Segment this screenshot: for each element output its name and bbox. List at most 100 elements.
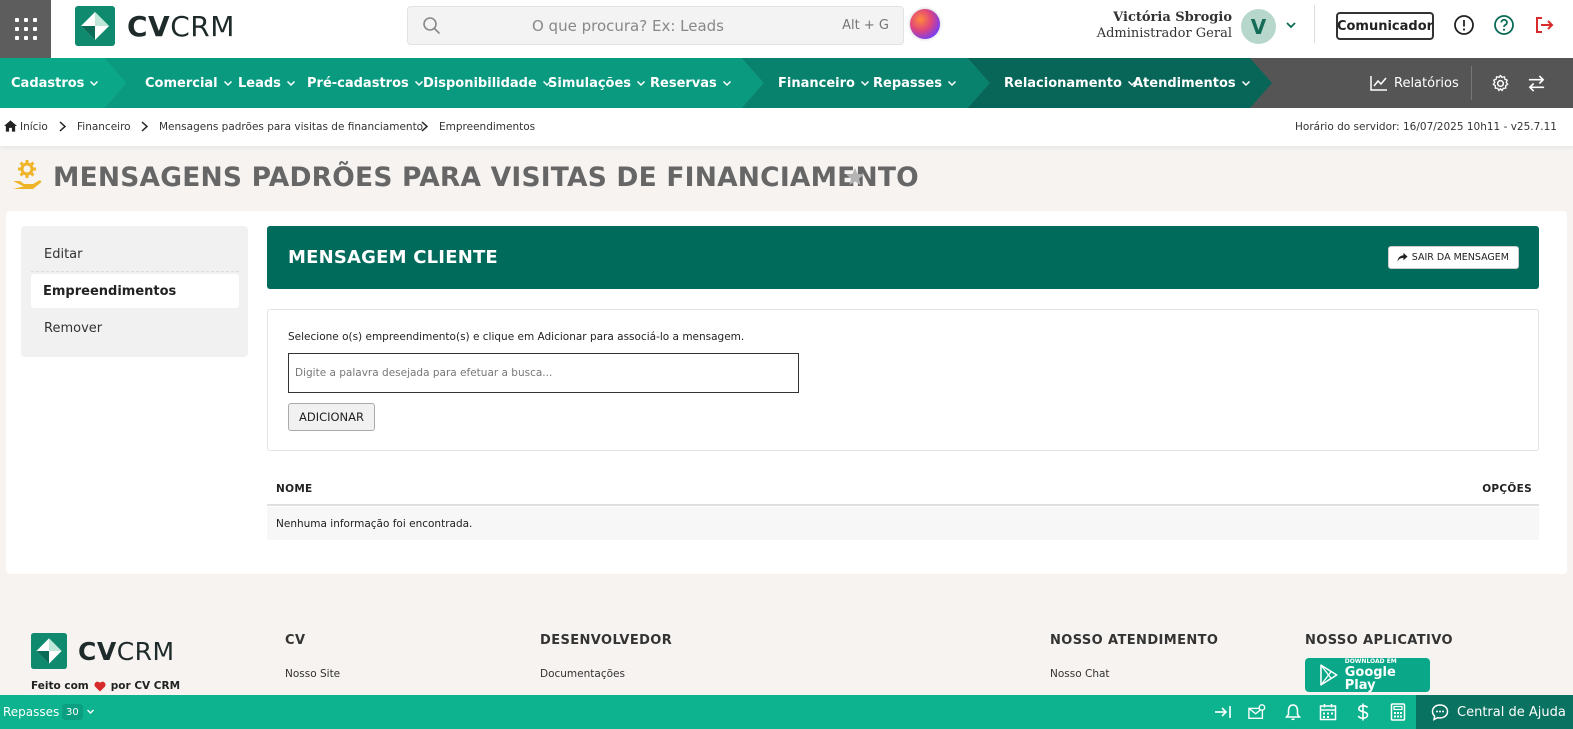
chevron-down-icon[interactable] [1284,18,1298,32]
heart-icon [94,681,106,691]
help-icon[interactable] [1493,14,1515,36]
chevron-down-icon [1241,80,1250,87]
cvcrm-logo-icon [31,633,67,669]
gplay-big-text: Google Play [1344,664,1396,693]
cog-hand-icon [13,160,42,189]
chart-line-icon [1370,76,1387,91]
chevron-down-icon [947,80,956,87]
chevron-down-icon [286,80,295,87]
footer-link-documentacoes[interactable]: Documentações [540,668,625,680]
chevron-down-icon [223,80,232,87]
footer-logo[interactable]: CVCRM [31,633,175,669]
breadcrumb-financeiro[interactable]: Financeiro [77,121,131,133]
header-divider [1314,5,1315,43]
apps-menu-button[interactable] [0,0,51,58]
grid-icon [14,18,37,40]
nav-item-cadastros[interactable]: Cadastros [11,58,99,108]
play-store-icon [1320,664,1338,686]
table-header: NOME OPÇÕES [267,472,1539,506]
form-hint: Selecione o(s) empreendimento(s) e cliqu… [288,331,745,343]
nav-item-repasses[interactable]: Repasses [873,58,957,108]
google-play-badge[interactable]: DOWNLOAD EM Google Play [1305,658,1430,692]
calendar-icon[interactable] [1319,703,1337,721]
brand-logo[interactable]: CVCRM [75,6,235,46]
page-title: MENSAGENS PADRÕES PARA VISITAS DE FINANC… [53,162,919,193]
nav-item-reservas[interactable]: Reservas [650,58,732,108]
message-title: MENSAGEM CLIENTE [288,247,498,268]
bell-icon[interactable] [1284,703,1302,721]
dollar-icon[interactable] [1354,703,1372,721]
empreendimento-search-input[interactable] [288,353,799,393]
repasses-count-badge[interactable]: 30 [62,704,83,720]
favorite-star-icon[interactable] [845,167,865,187]
chevron-down-icon [722,80,731,87]
help-center-button[interactable]: Central de Ajuda [1416,695,1573,729]
help-center-label: Central de Ajuda [1457,704,1566,720]
user-info[interactable]: Victória Sbrogio Administrador Geral [1097,10,1232,41]
table-row: Nenhuma informação foi encontrada. [267,507,1539,540]
search-shortcut-hint: Alt + G [842,18,889,33]
calculator-icon[interactable] [1389,703,1407,721]
nav-item-comercial[interactable]: Comercial [145,58,233,108]
breadcrumb-home[interactable]: Início [20,121,48,133]
home-icon[interactable] [4,120,17,132]
footer-title-atendimento: NOSSO ATENDIMENTO [1050,633,1219,648]
footer-title-desenvolvedor: DESENVOLVEDOR [540,633,673,648]
search-icon [423,17,440,34]
footer-link-nosso-chat[interactable]: Nosso Chat [1050,668,1110,680]
chevron-down-icon[interactable] [86,707,95,716]
nav-divider [1471,66,1472,100]
nav-item-financeiro[interactable]: Financeiro [778,58,870,108]
chevron-right-icon [141,121,149,132]
side-menu-empreendimentos[interactable]: Empreendimentos [31,274,239,308]
associate-form: Selecione o(s) empreendimento(s) e cliqu… [267,309,1539,451]
gplay-small-text: DOWNLOAD EM [1344,657,1397,665]
column-header-opcoes: OPÇÕES [1482,483,1532,495]
bottom-status-bar: Repasses 30 Central de Ajuda [0,695,1573,729]
nav-item-pre-cadastros[interactable]: Pré-cadastros [307,58,424,108]
nav-item-leads[interactable]: Leads [238,58,296,108]
breadcrumb-mensagens[interactable]: Mensagens padrões para visitas de financ… [159,121,423,133]
chat-bubble-icon [1431,704,1449,721]
comunicador-button[interactable]: Comunicador [1336,12,1434,40]
chevron-right-icon [59,121,67,132]
global-search[interactable]: Alt + G [407,6,904,45]
avatar[interactable]: V [1241,9,1276,44]
chevron-down-icon [90,80,99,87]
nav-item-atendimentos[interactable]: Atendimentos [1133,58,1251,108]
add-button[interactable]: ADICIONAR [288,403,375,431]
info-icon[interactable] [1453,14,1475,36]
exit-message-button[interactable]: SAIR DA MENSAGEM [1387,246,1519,269]
ai-assistant-orb-icon[interactable] [910,9,940,39]
empty-message: Nenhuma informação foi encontrada. [276,518,473,530]
breadcrumb: Início Financeiro Mensagens padrões para… [0,108,1573,146]
column-header-nome[interactable]: NOME [276,483,313,495]
footer-title-aplicativo: NOSSO APLICATIVO [1305,633,1453,648]
user-name: Victória Sbrogio [1113,10,1232,25]
mail-notification-icon[interactable] [1248,703,1266,721]
search-input[interactable] [448,7,808,44]
user-role: Administrador Geral [1096,26,1232,41]
brand-wordmark: CVCRM [78,636,175,666]
nav-item-relatorios[interactable]: Relatórios [1370,58,1459,108]
server-time: Horário do servidor: 16/07/2025 10h11 - … [1295,121,1557,133]
logout-icon[interactable] [1533,14,1555,36]
swap-icon[interactable] [1527,74,1546,93]
cvcrm-logo-icon [75,6,115,46]
brand-wordmark: CVCRM [127,9,235,43]
gear-icon[interactable] [1491,74,1510,93]
footer-title-cv: CV [285,633,306,648]
collapse-right-icon[interactable] [1214,703,1232,721]
repasses-label[interactable]: Repasses [3,705,59,719]
nav-item-relacionamento[interactable]: Relacionamento [1004,58,1137,108]
nav-item-disponibilidade[interactable]: Disponibilidade [423,58,552,108]
chevron-right-icon [421,121,429,132]
nav-item-simulacoes[interactable]: Simulações [548,58,646,108]
side-menu-editar[interactable]: Editar [31,237,239,271]
footer-link-nosso-site[interactable]: Nosso Site [285,668,340,680]
side-menu: Editar Empreendimentos Remover [21,226,248,357]
message-header: MENSAGEM CLIENTE SAIR DA MENSAGEM [267,226,1539,289]
chevron-down-icon [637,80,646,87]
side-menu-remover[interactable]: Remover [31,311,239,345]
chevron-down-icon [860,80,869,87]
